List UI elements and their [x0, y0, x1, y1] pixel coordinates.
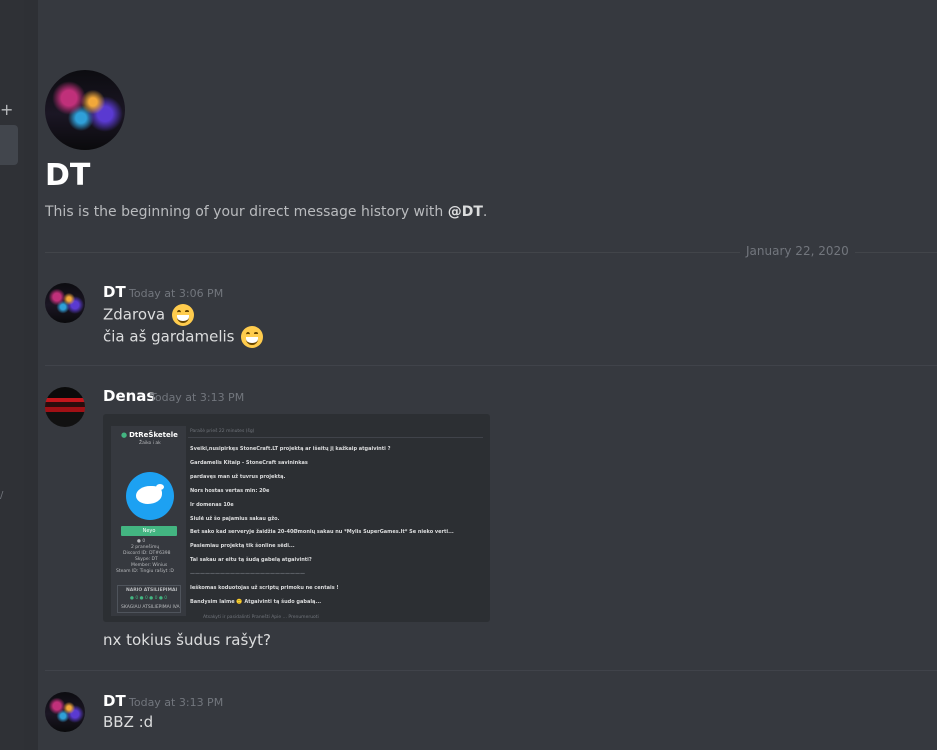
message-avatar-dt[interactable]: [45, 692, 85, 732]
channel-list-edge: [24, 0, 38, 750]
dm-header-title: DT: [45, 158, 91, 193]
dm-header-avatar[interactable]: [45, 70, 125, 150]
sidebar-selected-item[interactable]: [0, 125, 18, 165]
date-divider-label: January 22, 2020: [740, 244, 855, 258]
attachment-box-footer: SKAGIAU ATSILIEPIMAI IVA: [121, 605, 180, 610]
attachment-post-line: Ir domenas 10e: [190, 502, 234, 508]
attachment-profile-name: DtReŠketele: [121, 431, 178, 439]
attachment-post-line: Tai sakau ar eitu tą šudą gabelą atgaivi…: [190, 557, 312, 563]
attachment-post-line: pardavęs man už tuvrus projektą.: [190, 474, 286, 480]
attachment-profile-panel: DtReŠketele Žaiko i ak Neyo ● 0 2 praneš…: [111, 426, 186, 616]
attachment-profile-button: Neyo: [121, 526, 177, 536]
message-line: Zdarova: [103, 304, 194, 326]
attachment-post-line: Sveiki,nusipirkęs StoneCraft.LT projektą…: [190, 446, 391, 452]
attachment-post-header: Parašė prieš 22 minutes (šg): [188, 426, 483, 438]
message-group-separator: [45, 365, 937, 366]
message-line-text: Zdarova: [103, 305, 166, 324]
grinning-emoji-icon: [241, 326, 264, 348]
message-group-separator: [45, 670, 937, 671]
attachment-post-rule: ———————————————————————: [190, 571, 305, 577]
attachment-stat: Steam ID: Tingiu rašiyt :D: [116, 569, 174, 574]
attachment-box-title: NARIO ATSILIEPIMAI: [126, 588, 178, 593]
attachment-post-line: Siulė už šo pajamius sakau gžo.: [190, 516, 280, 522]
attachment-stat: Member: Winius: [131, 563, 168, 568]
attachment-box-counts: ● 0 ● 0 ● 0 ● 0: [130, 596, 168, 601]
attachment-post-panel: Parašė prieš 22 minutes (šg) Sveiki,nusi…: [188, 426, 483, 616]
message-author[interactable]: Denas: [103, 387, 155, 405]
attachment-footer-text: Atsakyti ir pasidalinti Pranešti Apie ..…: [203, 615, 319, 620]
twitter-bird-icon: [126, 472, 174, 520]
attachment-post-line: Bandysim laime 🙂 Atgaivinti tą šudo gaba…: [190, 599, 322, 605]
grinning-emoji-icon: [171, 304, 194, 326]
attachment-feedback-box: NARIO ATSILIEPIMAI ● 0 ● 0 ● 0 ● 0 SKAGI…: [117, 585, 181, 613]
attachment-profile-status: Žaiko i ak: [139, 441, 161, 446]
attachment-post-line: Bet sako kad serveryje žaidžia 20-40Ømon…: [190, 529, 454, 535]
message-timestamp: Today at 3:06 PM: [129, 287, 224, 300]
attachment-stat: 2 pranešimų: [131, 545, 160, 550]
subtitle-prefix: This is the beginning of your direct mes…: [45, 204, 448, 220]
subtitle-mention[interactable]: @DT: [448, 204, 483, 220]
message-timestamp: Today at 3:13 PM: [129, 696, 224, 709]
dm-header-subtitle: This is the beginning of your direct mes…: [45, 204, 487, 220]
attachment-stat: ● 0: [137, 539, 146, 544]
attachment-post-line: Pasiemiau projektą tik šonline sėdi...: [190, 543, 295, 549]
subtitle-suffix: .: [482, 204, 488, 220]
message-text: nx tokius šudus rašyt?: [103, 631, 271, 649]
attachment-post-line: Gardamelis Kitaip - StoneCraft savininka…: [190, 460, 308, 466]
message-avatar-denas[interactable]: [45, 387, 85, 427]
message-author[interactable]: DT: [103, 692, 126, 710]
attachment-post-line: Ieškomas koduotojas už scriptų primoku n…: [190, 585, 339, 591]
message-author[interactable]: DT: [103, 283, 126, 301]
add-dm-icon[interactable]: +: [0, 100, 13, 119]
server-sidebar: + /: [0, 0, 24, 750]
message-line: čia aš gardamelis: [103, 326, 264, 348]
message-line-text: čia aš gardamelis: [103, 327, 235, 346]
attachment-post-line: Nors hostas vertas min: 20e: [190, 488, 270, 494]
message-timestamp: Today at 3:13 PM: [150, 391, 245, 404]
attachment-stat: Discord ID: DT#6398: [123, 551, 171, 556]
message-text: BBZ :d: [103, 713, 154, 731]
message-avatar-dt[interactable]: [45, 283, 85, 323]
image-attachment[interactable]: DtReŠketele Žaiko i ak Neyo ● 0 2 praneš…: [103, 414, 490, 622]
attachment-post-footer: Atsakyti ir pasidalinti Pranešti Apie ..…: [188, 612, 483, 622]
attachment-stat: Skype: DT: [135, 557, 158, 562]
sidebar-mark: /: [0, 490, 4, 501]
